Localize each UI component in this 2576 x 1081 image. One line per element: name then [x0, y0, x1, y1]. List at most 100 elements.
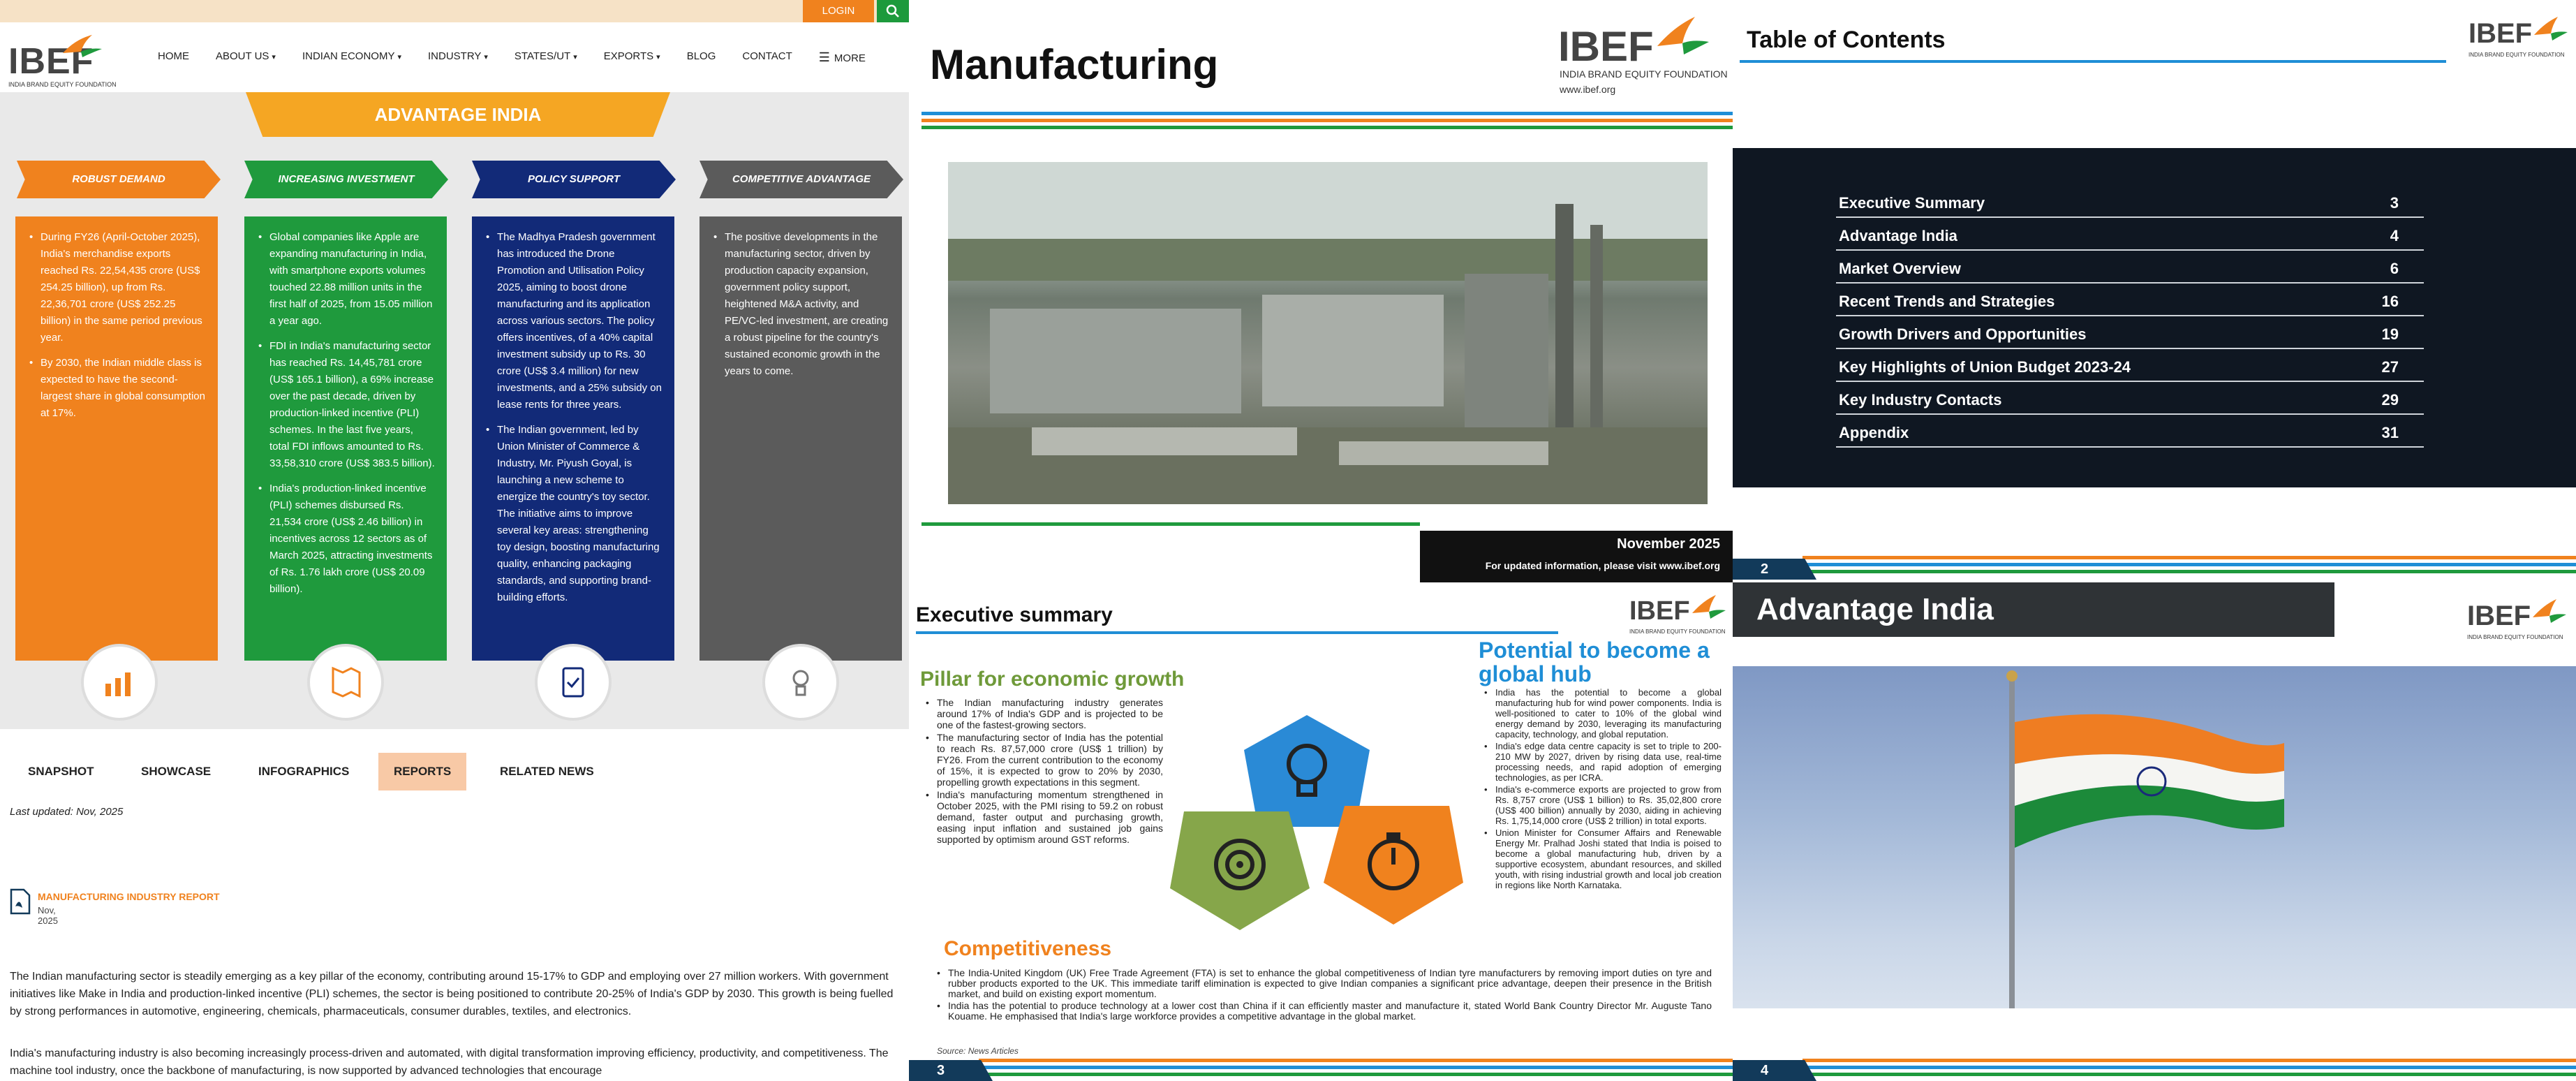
- bullet: India's e-commerce exports are projected…: [1484, 784, 1722, 826]
- bullet: FDI in India's manufacturing sector has …: [258, 338, 436, 472]
- chevron-down-icon: ▾: [397, 53, 401, 61]
- advantage-banner: ADVANTAGE INDIA: [246, 92, 670, 137]
- stripe-green: [1803, 570, 2576, 573]
- page-number: 4: [1733, 1060, 1816, 1081]
- search-button[interactable]: [877, 0, 909, 22]
- bullet: The positive developments in the manufac…: [713, 229, 891, 380]
- nav-blog[interactable]: BLOG: [687, 50, 716, 67]
- pillar-growth-list: The Indian manufacturing industry genera…: [926, 697, 1163, 846]
- logo-subtitle: INDIA BRAND EQUITY FOUNDATION: [8, 81, 117, 88]
- chevron-down-icon: ▾: [272, 53, 276, 61]
- screen: LOGIN IBEF INDIA BRAND EQUITY FOUNDATION…: [0, 0, 2576, 1081]
- logo-subtitle: INDIA BRAND EQUITY FOUNDATION: [1629, 628, 1726, 635]
- tab-related-news[interactable]: RELATED NEWS: [484, 753, 609, 790]
- factory-illustration: [948, 162, 1708, 504]
- bird-logo-icon: [2533, 599, 2566, 623]
- tab-showcase[interactable]: SHOWCASE: [126, 753, 226, 790]
- nav-contact[interactable]: CONTACT: [742, 50, 792, 67]
- tag-increasing-investment: INCREASING INVESTMENT: [244, 161, 448, 198]
- bullet: India has the potential to become a glob…: [1484, 687, 1722, 740]
- exec-title: Executive summary: [916, 603, 1113, 626]
- toc-page: 29: [2381, 391, 2399, 409]
- nav-home[interactable]: HOME: [158, 50, 189, 67]
- ibef-logo[interactable]: IBEF INDIA BRAND EQUITY FOUNDATION: [7, 28, 133, 91]
- toc-item[interactable]: Market Overview 6: [1836, 251, 2424, 284]
- column-robust-demand: During FY26 (April-October 2025), India'…: [15, 216, 218, 661]
- bullet: The Indian manufacturing industry genera…: [926, 697, 1163, 730]
- bullet: India has the potential to produce techn…: [937, 1001, 1712, 1022]
- stripe-blue: [921, 112, 1733, 115]
- bullet: During FY26 (April-October 2025), India'…: [29, 229, 207, 346]
- cover-update-note: For updated information, please visit ww…: [1485, 560, 1720, 571]
- heading-competitiveness: Competitiveness: [944, 937, 1112, 960]
- toc-label: Growth Drivers and Opportunities: [1839, 325, 2087, 343]
- last-updated: Last updated: Nov, 2025: [10, 806, 124, 818]
- toc-item[interactable]: Recent Trends and Strategies 16: [1836, 284, 2424, 316]
- bird-logo-icon: [1657, 17, 1709, 54]
- logo-subtitle: INDIA BRAND EQUITY FOUNDATION: [2467, 634, 2563, 640]
- bulb-icon: [792, 670, 809, 696]
- stripe-blue: [979, 1066, 1733, 1069]
- toc-label: Market Overview: [1839, 260, 1961, 277]
- column-increasing-investment: Global companies like Apple are expandin…: [244, 216, 447, 661]
- stripe-blue: [1803, 1066, 2576, 1069]
- tab-infographics[interactable]: INFOGRAPHICS: [243, 753, 364, 790]
- nav-states-label: STATES/UT: [514, 50, 571, 62]
- ibef-webpage: LOGIN IBEF INDIA BRAND EQUITY FOUNDATION…: [0, 0, 909, 1081]
- toc-item[interactable]: Key Highlights of Union Budget 2023-24 27: [1836, 350, 2424, 382]
- nav-more[interactable]: ☰ MORE: [819, 50, 866, 67]
- top-strip: [0, 0, 909, 22]
- chevron-down-icon: ▾: [656, 53, 660, 61]
- search-icon: [886, 4, 899, 17]
- nav-about-us[interactable]: ABOUT US ▾: [216, 50, 276, 67]
- tab-snapshot[interactable]: SNAPSHOT: [13, 753, 109, 790]
- toc-page: 4: [2390, 227, 2399, 244]
- tag-policy-support: POLICY SUPPORT: [472, 161, 676, 198]
- bullet: The Madhya Pradesh government has introd…: [486, 229, 663, 413]
- login-button[interactable]: LOGIN: [803, 0, 874, 22]
- logo-url: www.ibef.org: [1560, 84, 1616, 95]
- nav-about-label: ABOUT US: [216, 50, 269, 62]
- investment-map-icon: [332, 666, 361, 698]
- bullet: Global companies like Apple are expandin…: [258, 229, 436, 330]
- tab-reports[interactable]: REPORTS: [378, 753, 467, 790]
- nav-indian-economy[interactable]: INDIAN ECONOMY ▾: [302, 50, 401, 67]
- chevron-down-icon: ▾: [484, 53, 488, 61]
- policy-circle: [535, 644, 612, 721]
- stripe-blue: [1803, 563, 2576, 566]
- nav-states[interactable]: STATES/UT ▾: [515, 50, 577, 67]
- column-policy-support: The Madhya Pradesh government has introd…: [472, 216, 674, 661]
- stripe-orange: [1803, 556, 2576, 559]
- stripe-green: [979, 1073, 1733, 1076]
- slide-executive-summary: Executive summary IBEF INDIA BRAND EQUIT…: [909, 582, 1733, 1081]
- nav-industry[interactable]: INDUSTRY ▾: [428, 50, 488, 67]
- toc-label: Advantage India: [1839, 227, 1957, 244]
- toc-item[interactable]: Key Industry Contacts 29: [1836, 383, 2424, 415]
- global-hub-list: India has the potential to become a glob…: [1484, 687, 1722, 892]
- stripe-bottom-green: [921, 522, 1420, 526]
- chevron-down-icon: ▾: [573, 53, 577, 61]
- toc-page: 3: [2390, 194, 2399, 212]
- toc-item[interactable]: Growth Drivers and Opportunities 19: [1836, 317, 2424, 349]
- toc-page: 16: [2381, 293, 2399, 310]
- toc-page: 31: [2381, 424, 2399, 441]
- stripe-orange: [921, 119, 1733, 122]
- hamburger-icon: ☰: [818, 50, 830, 64]
- toc-item[interactable]: Advantage India 4: [1836, 219, 2424, 251]
- bullet: The Indian government, led by Union Mini…: [486, 422, 663, 606]
- tag-robust-demand: ROBUST DEMAND: [17, 161, 221, 198]
- bird-logo-icon: [1692, 595, 1726, 619]
- tag-competitive-advantage: COMPETITIVE ADVANTAGE: [699, 161, 903, 198]
- toc-label: Appendix: [1839, 424, 1909, 441]
- nav-exports[interactable]: EXPORTS ▾: [604, 50, 660, 67]
- investment-circle: [307, 644, 384, 721]
- stripe-orange: [979, 1059, 1733, 1062]
- toc-item[interactable]: Executive Summary 3: [1836, 186, 2424, 218]
- stripe-orange: [1803, 1059, 2576, 1062]
- slide-cover: Manufacturing IBEF INDIA BRAND EQUITY FO…: [909, 0, 1733, 582]
- flag-photo: [1733, 666, 2576, 1008]
- toc-item[interactable]: Appendix 31: [1836, 416, 2424, 448]
- demand-chart-icon: [105, 672, 131, 696]
- toc-ibef-logo: IBEF INDIA BRAND EQUITY FOUNDATION: [2468, 17, 2573, 67]
- competitive-circle: [762, 644, 839, 721]
